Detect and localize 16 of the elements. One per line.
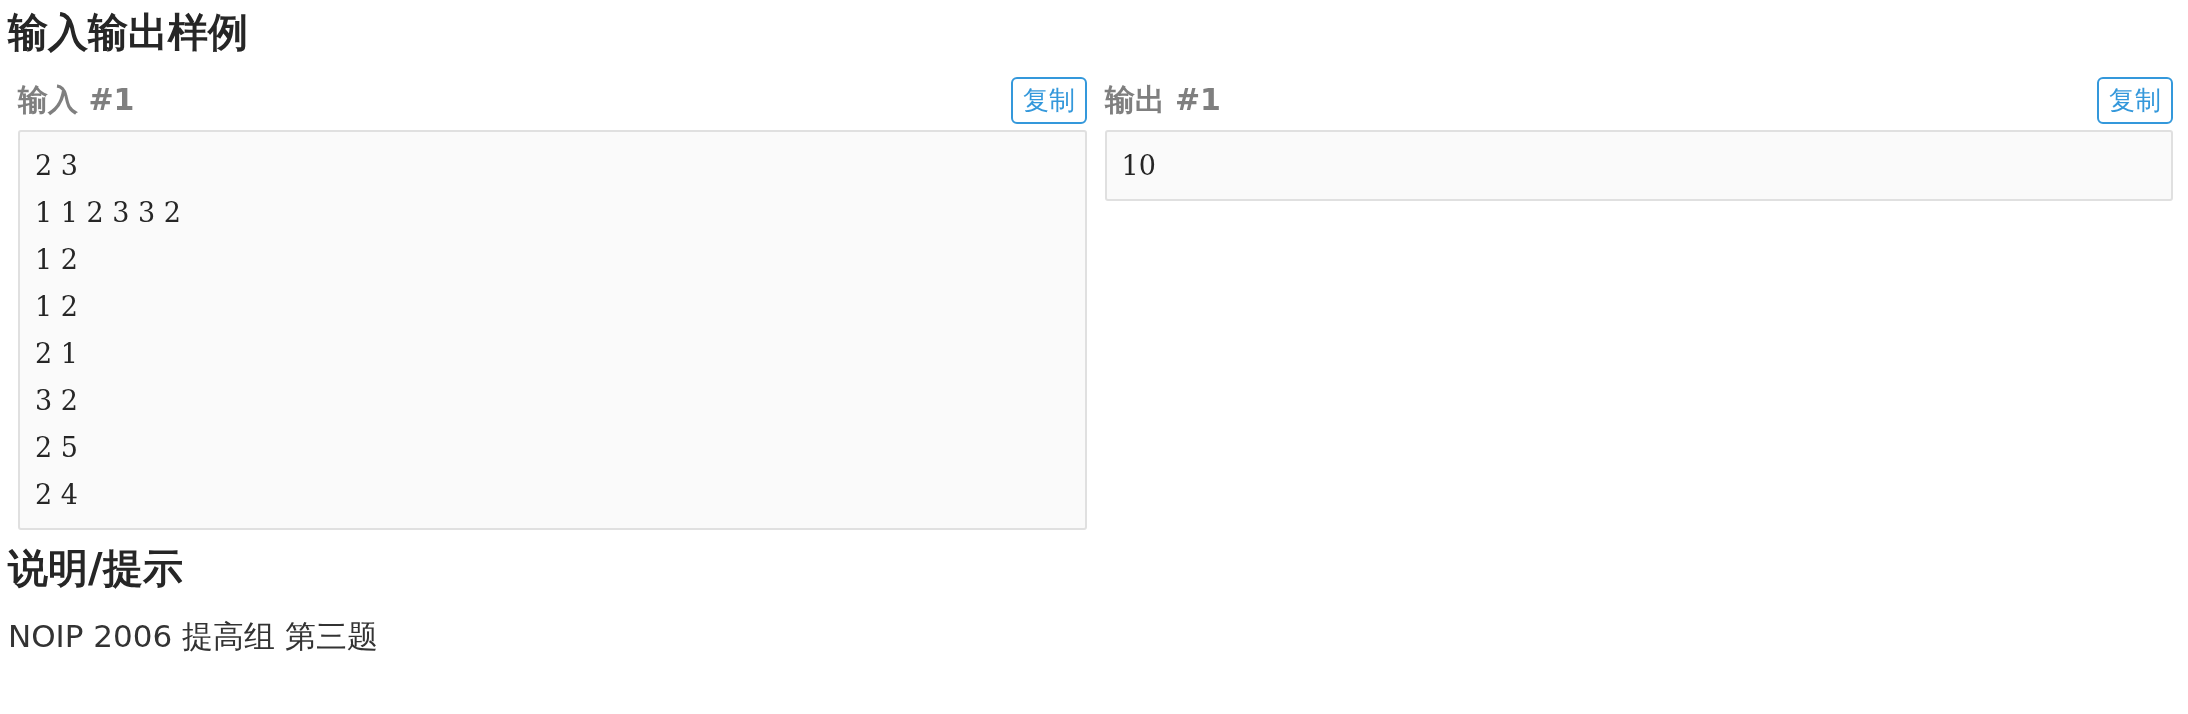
copy-button[interactable]: 复制 (2097, 76, 2173, 124)
copy-button[interactable]: 复制 (1010, 76, 1087, 124)
code-line: 3 2 (35, 384, 79, 418)
hint-text: NOIP 2006 提高组 第三题 (8, 617, 379, 656)
code-line: 1 2 (35, 290, 79, 324)
code-line: 1 2 (35, 243, 79, 277)
code-line: 2 5 (35, 431, 79, 465)
section-heading: 说明/提示 (8, 544, 184, 593)
sample-label: 输入 #1 (18, 80, 135, 119)
code-line: 10 (1121, 149, 1157, 183)
sample-label: 输出 #1 (1104, 80, 1221, 119)
code-line: 1 1 2 3 3 2 (35, 196, 182, 230)
code-line: 2 3 (35, 149, 79, 183)
section-heading: 输入输出样例 (8, 8, 249, 57)
code-line: 2 1 (35, 337, 79, 371)
code-line: 2 4 (35, 478, 79, 512)
